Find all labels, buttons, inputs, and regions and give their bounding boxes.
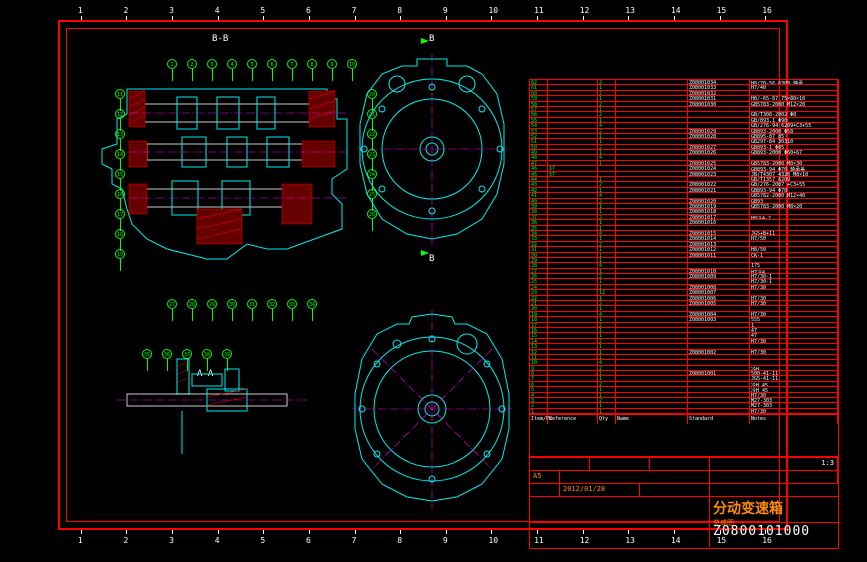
callout-balloon: 5 <box>247 59 257 69</box>
callout-balloon: 9 <box>327 59 337 69</box>
callout-balloon: 12 <box>115 109 125 119</box>
callout-balloon: 32 <box>267 299 277 309</box>
section-label-bb: B-B <box>212 34 228 44</box>
callout-balloon: 1 <box>167 59 177 69</box>
callout-balloon: 34 <box>307 299 317 309</box>
bom-header: Item/Pc Reference Qty Name Standard Note… <box>530 414 838 424</box>
callout-balloon: 15 <box>115 169 125 179</box>
callout-balloon: 29 <box>207 299 217 309</box>
callout-balloon: 2 <box>187 59 197 69</box>
drawing-title: 分动变速箱 <box>713 498 835 518</box>
date: 2012/01/28 <box>560 484 640 496</box>
side-view-top <box>352 54 512 254</box>
side-view-bottom <box>347 309 517 509</box>
callout-balloon: 8 <box>307 59 317 69</box>
callout-balloon: 30 <box>227 299 237 309</box>
title-block: 1:3 A5 2012/01/28 分动变速箱 总成图 <box>529 457 839 549</box>
callout-balloon: 6 <box>267 59 277 69</box>
scale: 1:3 <box>710 458 838 470</box>
arrow-icon <box>421 38 429 44</box>
callout-balloon: 14 <box>115 149 125 159</box>
section-arrow-b-bot: B <box>429 254 434 264</box>
callout-balloon: 31 <box>247 299 257 309</box>
callout-balloon: 3 <box>207 59 217 69</box>
part-number: Z0800101000 <box>710 523 838 547</box>
callout-balloon: 27 <box>167 299 177 309</box>
detail-aa-view <box>107 319 327 469</box>
callout-balloon: 16 <box>115 189 125 199</box>
callout-balloon: 7 <box>287 59 297 69</box>
callout-balloon: 18 <box>115 229 125 239</box>
bom-table: 622Z08001034H8/70-56 6308 轴承611Z08001033… <box>529 79 839 457</box>
callout-balloon: 17 <box>115 209 125 219</box>
callout-balloon: 19 <box>115 249 125 259</box>
bom-rows: 622Z08001034H8/70-56 6308 轴承611Z08001033… <box>530 80 838 414</box>
callout-balloon: 11 <box>115 89 125 99</box>
drawing-border: B-B B <box>58 20 788 530</box>
cross-section-view <box>87 49 367 299</box>
drawing-frame: B-B B <box>66 28 780 522</box>
callout-balloon: 4 <box>227 59 237 69</box>
arrow-icon <box>421 250 429 256</box>
rev: A5 <box>530 471 560 483</box>
section-arrow-b-top: B <box>429 34 434 44</box>
callout-balloon: 28 <box>187 299 197 309</box>
callout-balloon: 33 <box>287 299 297 309</box>
callout-balloon: 13 <box>115 129 125 139</box>
cad-canvas: B-B B <box>0 0 867 562</box>
